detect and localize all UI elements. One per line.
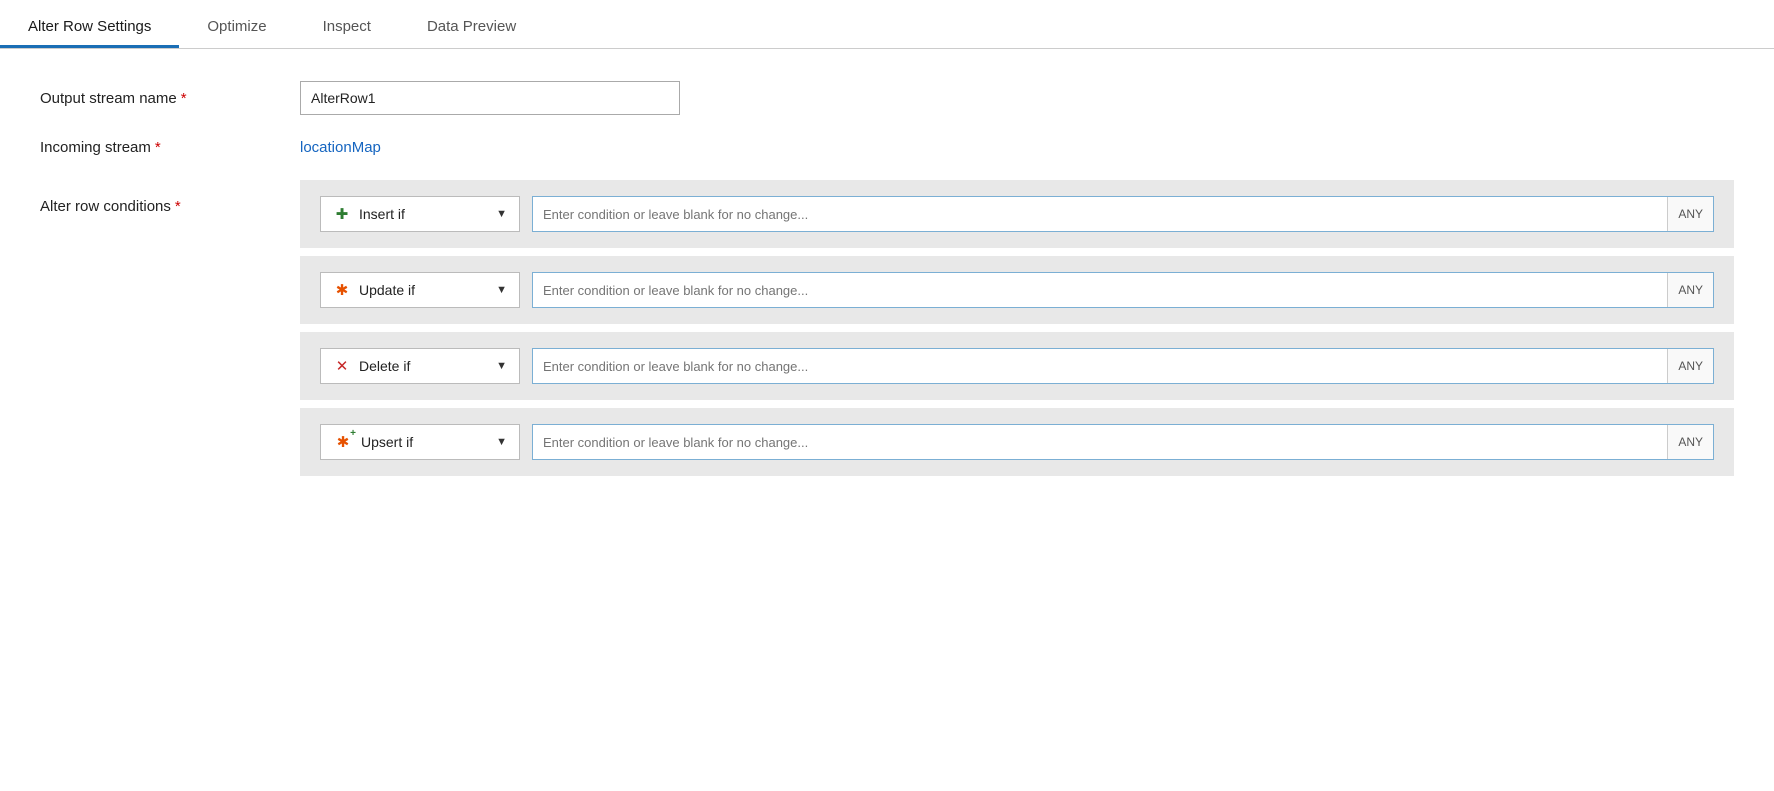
update-if-arrow: ▼ [496,284,507,296]
delete-if-input-wrapper: ANY [532,348,1714,384]
update-if-label: Update if [359,282,488,298]
insert-icon: ✚ [333,205,351,223]
insert-if-row: ✚ Insert if ▼ ANY [300,180,1734,248]
upsert-if-any: ANY [1667,425,1713,459]
delete-if-row: ✕ Delete if ▼ ANY [300,332,1734,400]
main-window: Alter Row Settings Optimize Inspect Data… [0,0,1774,791]
tab-inspect[interactable]: Inspect [295,8,399,48]
tab-optimize[interactable]: Optimize [179,8,294,48]
delete-if-dropdown[interactable]: ✕ Delete if ▼ [320,348,520,384]
incoming-stream-label: Incoming stream* [40,139,300,156]
insert-if-arrow: ▼ [496,208,507,220]
tab-bar: Alter Row Settings Optimize Inspect Data… [0,0,1774,49]
upsert-icon: ✱+ [333,433,353,451]
tab-data-preview[interactable]: Data Preview [399,8,544,48]
delete-if-label: Delete if [359,358,488,374]
update-if-input-wrapper: ANY [532,272,1714,308]
alter-row-conditions-required: * [175,198,181,215]
output-stream-input[interactable] [300,81,680,115]
conditions-rows: ✚ Insert if ▼ ANY ✱ Update if ▼ [300,180,1734,484]
update-if-row: ✱ Update if ▼ ANY [300,256,1734,324]
upsert-if-input-wrapper: ANY [532,424,1714,460]
incoming-stream-row: Incoming stream* locationMap [40,139,1734,156]
content-area: Output stream name* Incoming stream* loc… [0,49,1774,791]
delete-if-input[interactable] [533,349,1667,383]
update-icon: ✱ [333,281,351,299]
upsert-if-arrow: ▼ [496,436,507,448]
insert-if-input-wrapper: ANY [532,196,1714,232]
upsert-if-row: ✱+ Upsert if ▼ ANY [300,408,1734,476]
insert-if-label: Insert if [359,206,488,222]
incoming-stream-required: * [155,139,161,156]
output-stream-label: Output stream name* [40,90,300,107]
delete-icon: ✕ [333,357,351,375]
update-if-input[interactable] [533,273,1667,307]
incoming-stream-value[interactable]: locationMap [300,139,381,156]
insert-if-input[interactable] [533,197,1667,231]
output-stream-required: * [181,90,187,107]
upsert-if-input[interactable] [533,425,1667,459]
output-stream-row: Output stream name* [40,81,1734,115]
alter-row-conditions-label: Alter row conditions* [40,180,300,215]
insert-if-dropdown[interactable]: ✚ Insert if ▼ [320,196,520,232]
insert-if-any: ANY [1667,197,1713,231]
alter-row-conditions-section: Alter row conditions* ✚ Insert if ▼ ANY [40,180,1734,484]
update-if-any: ANY [1667,273,1713,307]
upsert-if-dropdown[interactable]: ✱+ Upsert if ▼ [320,424,520,460]
update-if-dropdown[interactable]: ✱ Update if ▼ [320,272,520,308]
upsert-if-label: Upsert if [361,434,488,450]
delete-if-arrow: ▼ [496,360,507,372]
delete-if-any: ANY [1667,349,1713,383]
tab-alter-row-settings[interactable]: Alter Row Settings [0,8,179,48]
